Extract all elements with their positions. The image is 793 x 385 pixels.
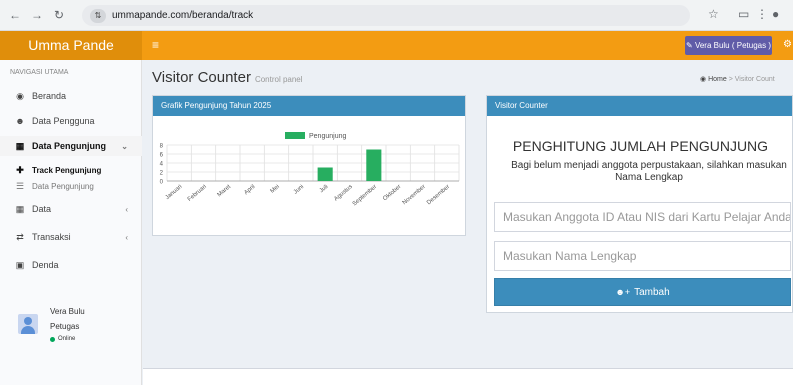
sidebar-section-header: NAVIGASI UTAMA	[10, 69, 69, 76]
user-status: Online	[50, 336, 75, 342]
x-tick-label: Juni	[293, 184, 305, 196]
exchange-icon: ⇄	[16, 231, 24, 242]
visitor-counter-panel: Visitor Counter PENGHITUNG JUMLAH PENGUN…	[486, 95, 793, 313]
browser-toolbar: ← → ↻ ⇅ ummapande.com/beranda/track ☆ ▭ …	[0, 0, 793, 31]
sidebar-item-data-pengunjung[interactable]: ▦ Data Pengunjung ⌄	[0, 136, 142, 156]
sidebar-item-label: Transaksi	[32, 232, 71, 242]
sidebar-item-denda[interactable]: ▣ Denda	[0, 255, 142, 275]
sidebar-item-label: Data Pengguna	[32, 116, 95, 126]
chevron-down-icon: ⌄	[121, 141, 128, 151]
chevron-left-icon: ‹	[125, 204, 128, 214]
reload-icon[interactable]: ↻	[48, 8, 70, 22]
page-title-text: Visitor Counter	[152, 69, 251, 86]
online-dot-icon	[50, 336, 55, 342]
breadcrumb-current: Visitor Count	[734, 76, 775, 83]
bar-september	[366, 149, 382, 181]
chart-panel-title: Grafik Pengunjung Tahun 2025	[153, 96, 465, 116]
site-settings-icon[interactable]: ⇅	[90, 8, 106, 23]
x-tick-label: April	[243, 184, 256, 196]
chevron-left-icon: ‹	[125, 232, 128, 242]
sidebar-item-transaksi[interactable]: ⇄ Transaksi ‹	[0, 227, 142, 247]
user-name: Vera Bulu	[50, 307, 85, 316]
sidebar-item-label: Denda	[32, 260, 59, 270]
user-status-label: Online	[58, 336, 76, 342]
add-visitor-button[interactable]: ☻+ Tambah	[494, 278, 791, 306]
url-text: ummapande.com/beranda/track	[112, 10, 254, 21]
breadcrumb-home[interactable]: Home	[708, 76, 727, 83]
profile-icon[interactable]: ●	[772, 7, 779, 21]
address-bar[interactable]: ⇅ ummapande.com/beranda/track	[82, 5, 690, 26]
x-tick-label: Maret	[217, 184, 233, 199]
x-tick-label: Desember	[426, 184, 451, 206]
bookmark-star-icon[interactable]: ☆	[708, 7, 719, 21]
counter-description: Bagi belum menjadi anggota perpustakaan,…	[511, 160, 787, 183]
bar-juli	[317, 167, 333, 181]
list-icon: ☰	[15, 180, 25, 191]
add-visitor-label: Tambah	[634, 286, 670, 298]
settings-icon[interactable]: ⚙	[783, 39, 792, 50]
user-menu-button[interactable]: ✎ Vera Bulu ( Petugas )	[685, 36, 772, 55]
user-role: Petugas	[50, 322, 80, 331]
edit-icon: ✎	[686, 41, 693, 50]
counter-heading: PENGHITUNG JUMLAH PENGUNJUNG	[512, 138, 769, 154]
breadcrumb-separator: >	[728, 76, 733, 83]
edit-icon: ▦	[15, 203, 25, 214]
sidebar-item-beranda[interactable]: ◉ Beranda	[0, 86, 142, 106]
y-tick-label: 2	[160, 171, 164, 177]
sidebar-item-label: Beranda	[32, 91, 67, 101]
sidebar-item-label: Track Pengunjung	[32, 165, 102, 175]
page-subtitle: Control panel	[254, 75, 303, 84]
x-tick-label: Januari	[165, 184, 184, 201]
sidebar-item-data-pengguna[interactable]: ☻ Data Pengguna	[0, 111, 142, 131]
user-plus-icon: ☻+	[615, 287, 631, 297]
breadcrumb: ◉ Home > Visitor Count	[700, 75, 775, 83]
avatar	[18, 314, 38, 334]
visitor-panel-title: Visitor Counter	[487, 96, 792, 116]
sidebar: NAVIGASI UTAMA ◉ Beranda ☻ Data Pengguna…	[0, 60, 142, 385]
x-tick-label: Oktober	[382, 184, 402, 202]
x-tick-label: Februari	[187, 184, 208, 203]
money-icon: ▣	[15, 259, 25, 270]
back-arrow-icon[interactable]: ←	[4, 8, 26, 22]
sidebar-item-label: Data Pengunjung	[32, 141, 106, 151]
x-tick-label: September	[352, 184, 378, 207]
page-footer	[143, 368, 793, 385]
x-tick-label: Mei	[270, 184, 281, 195]
edit-icon: ▦	[15, 140, 25, 151]
home-icon: ◉	[700, 76, 707, 83]
chart-panel: Grafik Pengunjung Tahun 2025 0 2 4 6 8 Pengun…	[152, 95, 466, 236]
sidebar-toggle-icon[interactable]: ≡	[152, 38, 159, 52]
user-menu-label: Vera Bulu ( Petugas )	[694, 41, 771, 50]
app-header: Umma Pande ≡ ✎ Vera Bulu ( Petugas ) ⚙	[0, 31, 793, 60]
sidebar-item-label: Data	[32, 204, 52, 214]
member-id-input[interactable]	[494, 202, 791, 232]
visitor-chart: 0 2 4 6 8 Pengunjung Januari Februari Maret April…	[160, 132, 460, 207]
users-icon: ☻	[15, 116, 25, 126]
y-tick-label: 6	[160, 153, 164, 159]
y-tick-label: 0	[160, 180, 164, 186]
page-title: Visitor Counter Control panel	[152, 69, 303, 86]
y-tick-label: 4	[160, 162, 164, 168]
y-tick-label: 8	[160, 144, 164, 150]
sidebar-subitem-track-pengunjung[interactable]: ✚ Track Pengunjung	[0, 162, 142, 178]
extensions-icon[interactable]: ▭	[738, 7, 749, 21]
brand-logo[interactable]: Umma Pande	[0, 31, 142, 60]
legend-label: Pengunjung	[309, 133, 346, 140]
full-name-input[interactable]	[494, 241, 791, 271]
sidebar-subitem-data-pengunjung[interactable]: ☰ Data Pengunjung	[0, 178, 142, 194]
sidebar-item-data[interactable]: ▦ Data ‹	[0, 199, 142, 219]
plus-icon: ✚	[16, 164, 24, 175]
sidebar-item-label: Data Pengunjung	[32, 181, 94, 191]
legend-swatch	[285, 132, 305, 139]
x-tick-label: November	[402, 184, 427, 206]
x-tick-label: Juli	[319, 184, 330, 194]
menu-icon[interactable]: ⋮	[756, 7, 768, 21]
x-tick-label: Agustus	[333, 184, 353, 203]
forward-arrow-icon[interactable]: →	[26, 8, 48, 22]
dashboard-icon: ◉	[16, 90, 24, 101]
